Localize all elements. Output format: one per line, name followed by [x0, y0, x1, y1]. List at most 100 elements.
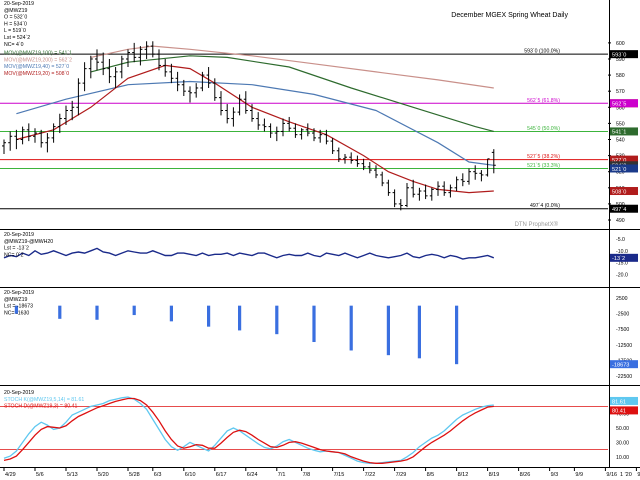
net-position-bar [207, 305, 211, 327]
y-tick-label: 50.00 [616, 426, 629, 432]
chart-watermark: DTN ProphetX® [515, 221, 559, 228]
x-tick-label: 5/13 [67, 472, 78, 478]
ohlc-bar [26, 123, 31, 142]
panel-header-line: O = 532`0 [4, 15, 27, 21]
moving-average-line [16, 64, 494, 194]
ohlc-bar [8, 131, 13, 151]
y-tick-label: -7500 [616, 327, 629, 333]
ohlc-bar [88, 55, 93, 79]
spread-panel: -5.0-10.0-15.0-20.0-13`220-Sep-2019@MWZ1… [0, 232, 640, 288]
ohlc-bar [262, 118, 267, 132]
net-position-bar [455, 305, 459, 365]
ohlc-bar [343, 153, 347, 164]
ohlc-bar [479, 170, 484, 182]
moving-average-line [90, 55, 494, 132]
ohlc-bar [460, 173, 465, 187]
price-tag: 562`5 [612, 102, 626, 108]
retracement-level-label: 521`5 (33.3%) [527, 163, 560, 169]
ohlc-bar [20, 126, 25, 145]
y-tick-label: 550 [616, 121, 625, 127]
panel-header-line: Lst = -13`2 [4, 246, 29, 252]
net-position-bar [349, 305, 353, 351]
spread-line [3, 247, 495, 260]
ohlc-bar [256, 112, 261, 130]
x-tick-label: 8/19 [489, 472, 500, 478]
ohlc-bar [417, 187, 422, 201]
panel-header-line: 20-Sep-2019 [4, 232, 34, 238]
ohlc-bar [330, 137, 335, 154]
y-tick-label: -5.0 [616, 237, 625, 243]
y-tick-label: 10.00 [616, 455, 629, 461]
ohlc-bar [107, 58, 112, 84]
ohlc-bar [206, 67, 211, 88]
x-tick-label: 8/5 [427, 472, 435, 478]
x-tick-label: 5/6 [36, 472, 44, 478]
retracement-level-label: 593`0 (100.0%) [524, 49, 560, 55]
ohlc-bar [423, 184, 428, 200]
ohlc-bar [138, 46, 143, 66]
legend-entry: MOV(@MWZ19,100) = 541`1 [4, 51, 72, 57]
ohlc-bar [429, 187, 434, 201]
ohlc-bar [237, 94, 242, 116]
net-position-bar [275, 305, 279, 335]
ohlc-bar [231, 107, 236, 127]
moving-average-line [16, 80, 494, 166]
ohlc-bar [150, 41, 155, 58]
ohlc-bar [374, 165, 378, 179]
ohlc-bar [380, 171, 385, 187]
price-tag: 497`4 [612, 207, 626, 213]
panel-header-line: Lst = -18673 [4, 304, 33, 310]
x-tick-label: 6/24 [247, 472, 258, 478]
x-tick-label: 9/9 [575, 472, 583, 478]
retracement-level-label: 497`4 (0.0%) [530, 203, 560, 209]
spread-tag: -13`2 [612, 256, 625, 262]
x-tick-label: 6/3 [154, 472, 162, 478]
net-position-bar [312, 305, 316, 343]
ohlc-bar [14, 129, 19, 150]
price-tag: 541`1 [612, 130, 626, 136]
panel-header-line: H = 534`0 [4, 21, 27, 27]
ohlc-bar [442, 181, 447, 196]
stochastic-line [3, 396, 494, 464]
x-tick-label: 9/16 [606, 472, 617, 478]
legend-entry: MOV(@MWZ19,200) = 562`2 [4, 57, 72, 63]
net-position-bar [238, 305, 242, 331]
ohlc-bar [57, 113, 62, 134]
y-tick-label: -2500 [616, 312, 629, 318]
panel-header-line: NC= -1630 [4, 310, 29, 316]
ohlc-bar [473, 165, 478, 180]
ohlc-bar [51, 123, 56, 143]
ohlc-bar [305, 123, 310, 137]
ohlc-bar [163, 58, 168, 77]
y-tick-label: -12500 [616, 343, 632, 349]
retracement-level-label: 545`0 (50.0%) [527, 126, 560, 132]
ohlc-bar [299, 128, 304, 140]
panel-header-line: 20-Sep-2019 [4, 290, 34, 296]
stochastic-tag: 80.41 [612, 409, 626, 415]
ohlc-bar [293, 123, 298, 138]
stochastic-panel: 90.0070.0050.0030.0010.0081.6180.4120-Se… [0, 390, 640, 468]
x-tick-label: 5/20 [98, 472, 109, 478]
x-tick-label: 5/28 [129, 472, 140, 478]
ohlc-bar [349, 152, 354, 164]
x-tick-label: 7/8 [303, 472, 311, 478]
ohlc-bar [281, 118, 285, 137]
ohlc-bar [225, 104, 230, 124]
ohlc-bar [268, 123, 273, 138]
ohlc-bar [101, 52, 106, 76]
panel-header-line: STOCH K(@MWZ19,5,14) = 81.61 [4, 397, 84, 403]
x-tick-label: 6/17 [216, 472, 227, 478]
panel-header-line: Lst = 524`2 [4, 35, 30, 41]
x-tick-label: 8/26 [520, 472, 531, 478]
panel-header-line: NC= 0`2 [4, 252, 24, 258]
ohlc-bar [467, 168, 471, 185]
net-position-bar [386, 305, 390, 356]
x-tick-label: 8/12 [458, 472, 469, 478]
commitment-of-traders-panel: 2500-2500-7500-12500-17500-22500-1867320… [0, 290, 640, 386]
ohlc-bar [188, 86, 192, 103]
ohlc-bar [274, 126, 279, 142]
net-position-bar [58, 305, 62, 319]
net-position-tag: -18673 [612, 362, 629, 368]
panel-header-line: @MWZ19-@MWH20 [4, 239, 53, 245]
panel-header-line: 20-Sep-2019 [4, 1, 34, 7]
